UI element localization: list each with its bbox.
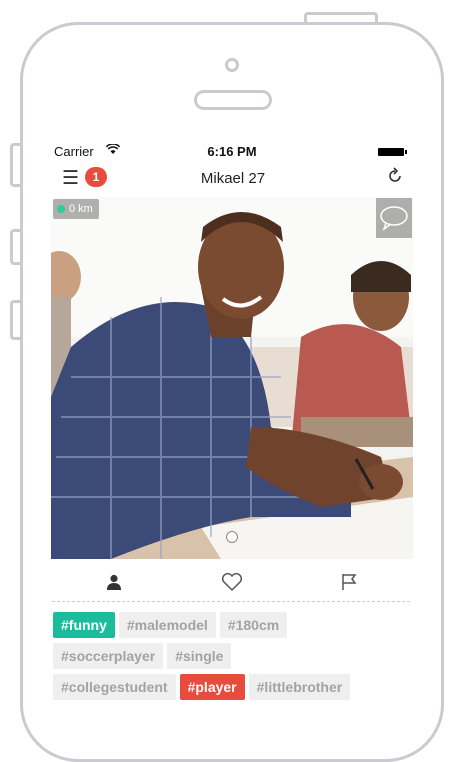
- status-bar: Carrier 6:16 PM: [52, 142, 412, 160]
- tag-row: #soccerplayer #single: [53, 643, 413, 669]
- person-icon[interactable]: [94, 568, 134, 596]
- heart-icon[interactable]: [212, 568, 252, 596]
- distance-badge: 0 km: [53, 199, 99, 219]
- tag-littlebrother[interactable]: #littlebrother: [248, 674, 351, 700]
- tag-soccerplayer[interactable]: #soccerplayer: [53, 643, 164, 669]
- tag-collegestudent[interactable]: #collegestudent: [53, 674, 176, 700]
- page-indicator-dot[interactable]: [226, 531, 238, 543]
- earpiece-speaker: [194, 90, 272, 110]
- tag-list: #funny #malemodel #180cm #soccerplayer #…: [53, 612, 413, 705]
- tag-row: #funny #malemodel #180cm: [53, 612, 413, 638]
- battery-icon: [378, 148, 407, 156]
- tag-player[interactable]: #player: [179, 674, 245, 700]
- tag-funny[interactable]: #funny: [53, 612, 115, 638]
- profile-title: Mikael 27: [200, 170, 266, 187]
- action-bar: [52, 566, 412, 600]
- online-dot-icon: [57, 205, 65, 213]
- tag-row: #collegestudent #player #littlebrother: [53, 674, 413, 700]
- flag-icon[interactable]: [329, 568, 369, 596]
- distance-label: 0 km: [69, 203, 93, 215]
- tag-malemodel[interactable]: #malemodel: [118, 612, 216, 638]
- refresh-icon[interactable]: [386, 167, 404, 191]
- status-time: 6:16 PM: [207, 144, 257, 159]
- front-camera: [225, 58, 239, 72]
- divider: [52, 601, 410, 602]
- nav-bar: ☰ 1 Mikael 27: [52, 166, 414, 194]
- profile-photo[interactable]: 0 km: [51, 197, 413, 559]
- tag-180cm[interactable]: #180cm: [219, 612, 288, 638]
- chat-bubble-icon[interactable]: [376, 198, 412, 238]
- profile-photo-illustration: [51, 197, 413, 559]
- tag-single[interactable]: #single: [167, 643, 232, 669]
